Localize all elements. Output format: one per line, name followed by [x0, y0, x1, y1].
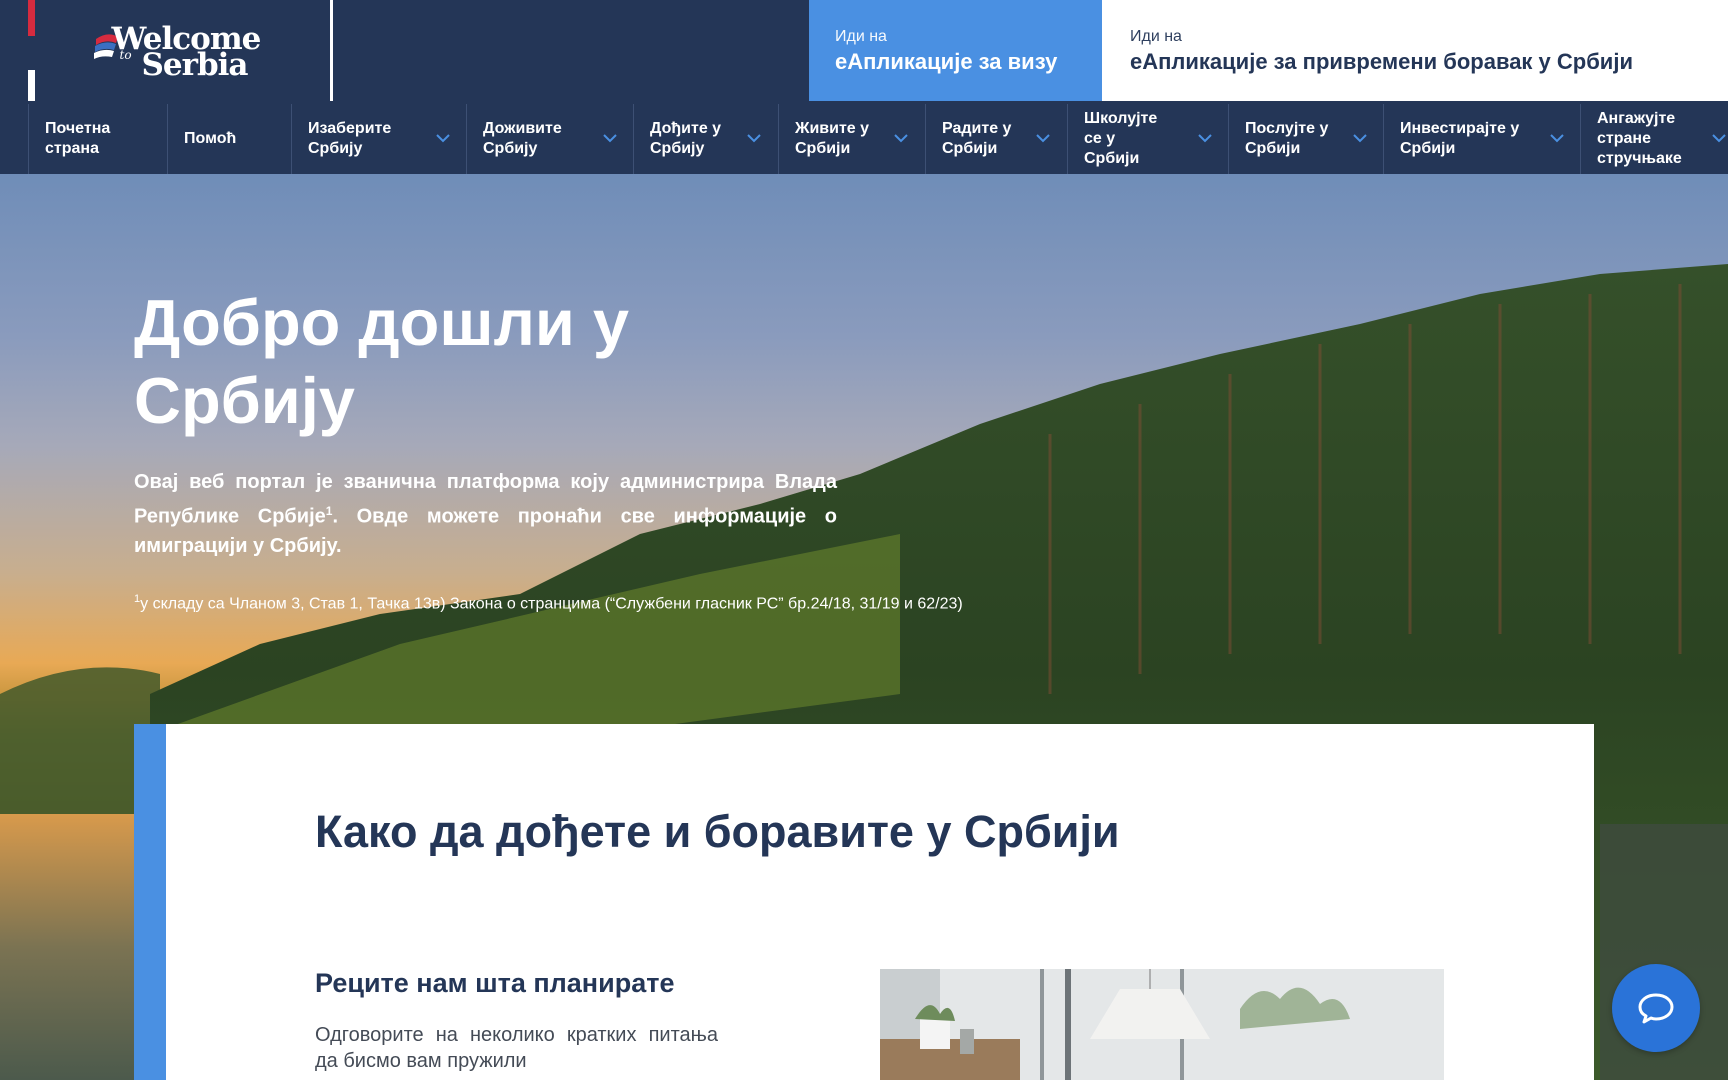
- nav-item-come-to-serbia[interactable]: Дођите у Србију: [633, 104, 778, 174]
- nav-item-label: Доживите Србију: [483, 120, 562, 157]
- nav-item-hire-foreign-experts[interactable]: Ангажујте стране стручњаке: [1580, 104, 1728, 174]
- chevron-down-icon: [1550, 133, 1564, 143]
- card-accent-bar: [134, 724, 166, 1080]
- hero-footnote: 1у складу са Чланом 3, Став 1, Тачка 13в…: [134, 588, 1134, 615]
- chevron-down-icon: [1036, 133, 1050, 143]
- chevron-down-icon: [436, 133, 450, 143]
- hero-description: Овај веб портал је званична платформа ко…: [134, 468, 837, 561]
- visa-button-prefix: Иди на: [835, 28, 887, 45]
- nav-item-label: Дођите у Србију: [650, 120, 722, 157]
- nav-item-label: Радите у Србији: [942, 120, 1012, 157]
- footnote-text: у складу са Чланом 3, Став 1, Тачка 13в)…: [140, 595, 963, 613]
- how-to-come-card: Како да дођете и боравите у Србији Рецит…: [134, 724, 1594, 1080]
- temporary-stay-eapplications-button[interactable]: Иди на еАпликације за привремени боравак…: [1102, 0, 1728, 101]
- flag-red-stripe: [28, 0, 35, 36]
- chevron-down-icon: [1712, 133, 1726, 143]
- nav-item-label: Помоћ: [184, 130, 237, 147]
- card-description: Одговорите на неколико кратких питања да…: [315, 1024, 718, 1072]
- nav-item-choose-serbia[interactable]: Изаберите Србију: [291, 104, 466, 174]
- stay-button-label: еАпликације за привремени боравак у Срби…: [1130, 49, 1633, 74]
- nav-item-label: Инвестирајте у Србији: [1400, 120, 1520, 157]
- main-navigation: Почетна страна Помоћ Изаберите Србију До…: [0, 104, 1728, 174]
- stay-button-prefix: Иди на: [1130, 28, 1182, 45]
- visa-eapplications-button[interactable]: Иди на еАпликације за визу: [809, 0, 1102, 101]
- card-subtitle: Реците нам шта планирате: [315, 968, 675, 998]
- chevron-down-icon: [603, 133, 617, 143]
- nav-item-label: Изаберите Србију: [308, 120, 392, 157]
- chevron-down-icon: [1198, 133, 1212, 143]
- nav-item-invest-in-serbia[interactable]: Инвестирајте у Србији: [1383, 104, 1580, 174]
- flag-white-stripe: [28, 70, 35, 101]
- nav-item-help[interactable]: Помоћ: [167, 104, 291, 174]
- chevron-down-icon: [747, 133, 761, 143]
- chevron-down-icon: [894, 133, 908, 143]
- nav-item-work-in-serbia[interactable]: Радите у Србији: [925, 104, 1067, 174]
- nav-item-label: Послујте у Србији: [1245, 120, 1329, 157]
- room-interior-image: [880, 969, 1444, 1080]
- chat-button[interactable]: [1612, 964, 1700, 1052]
- nav-item-live-in-serbia[interactable]: Живите у Србији: [778, 104, 925, 174]
- nav-item-home[interactable]: Почетна страна: [28, 104, 167, 174]
- room-interior-illustration: [880, 969, 1444, 1080]
- chevron-down-icon: [1353, 133, 1367, 143]
- nav-item-label: Ангажујте стране стручњаке: [1597, 110, 1682, 167]
- nav-item-label: Живите у Србији: [795, 120, 870, 157]
- nav-item-study-in-serbia[interactable]: Школујте се у Србији: [1067, 104, 1228, 174]
- nav-item-label: Школујте се у Србији: [1084, 110, 1158, 167]
- chat-bubble-icon: [1638, 993, 1674, 1024]
- logo-word-to: to: [119, 47, 132, 62]
- welcome-to-serbia-logo: Welcome to Serbia: [90, 21, 276, 83]
- nav-item-experience-serbia[interactable]: Доживите Србију: [466, 104, 633, 174]
- hero-title: Добро дошли у Србију: [134, 286, 630, 437]
- logo-word-serbia: Serbia: [141, 46, 249, 83]
- nav-item-label: Почетна страна: [45, 120, 111, 157]
- card-title: Како да дођете и боравите у Србији: [315, 806, 1120, 857]
- logo-link[interactable]: Welcome to Serbia: [35, 0, 333, 101]
- visa-button-label: еАпликације за визу: [835, 49, 1058, 74]
- top-bar: Welcome to Serbia Иди на еАпликације за …: [0, 0, 1728, 101]
- nav-item-business-in-serbia[interactable]: Послујте у Србији: [1228, 104, 1383, 174]
